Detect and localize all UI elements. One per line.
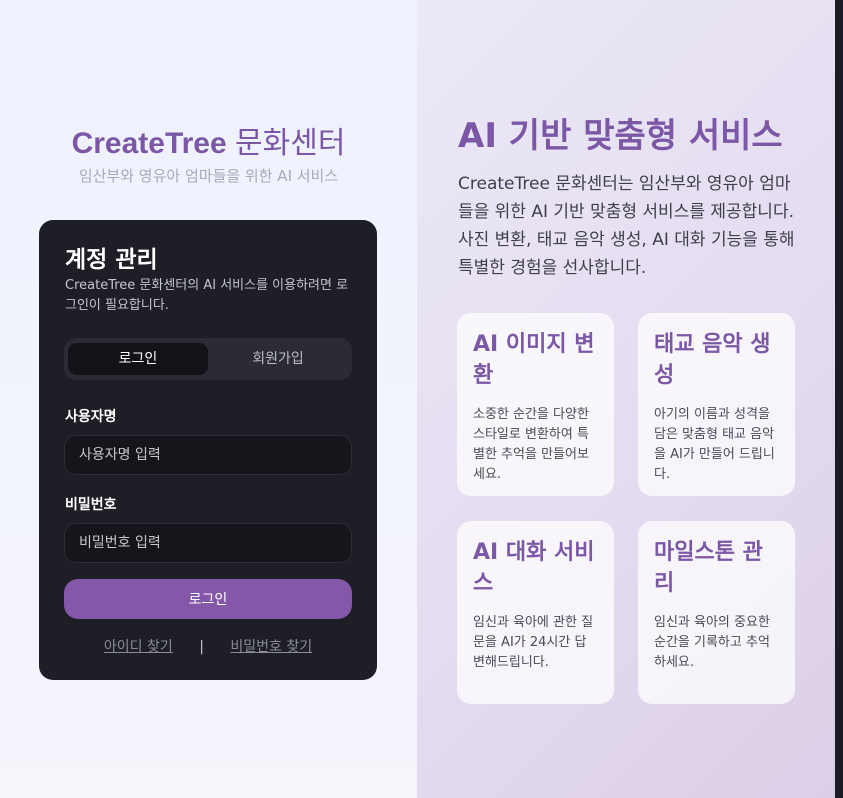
feature-description: 아기의 이름과 성격을 담은 맞춤형 태교 음악을 AI가 만들어 드립니다. <box>654 407 775 482</box>
feature-card-milestone: 마일스톤 관리 임신과 육아의 중요한 순간을 기록하고 추억하세요. <box>638 521 795 704</box>
feature-card-music: 태교 음악 생성 아기의 이름과 성격을 담은 맞춤형 태교 음악을 AI가 만… <box>638 313 795 496</box>
username-label: 사용자명 <box>65 409 117 425</box>
tab-login[interactable]: 로그인 <box>68 343 208 375</box>
find-id-link[interactable]: 아이디 찾기 <box>104 639 173 655</box>
account-links: 아이디 찾기 | 비밀번호 찾기 <box>39 636 377 656</box>
feature-description: 임신과 육아에 관한 질문을 AI가 24시간 답변해드립니다. <box>473 615 594 670</box>
password-label: 비밀번호 <box>65 497 117 513</box>
card-description: CreateTree 문화센터의 AI 서비스를 이용하려면 로그인이 필요합니… <box>65 278 349 313</box>
feature-title: AI 대화 서비스 <box>473 540 595 596</box>
link-separator: | <box>199 639 204 655</box>
hero-description: CreateTree 문화센터는 임산부와 영유아 엄마들을 위한 AI 기반 … <box>458 174 795 278</box>
login-button[interactable]: 로그인 <box>64 579 352 619</box>
brand-name: CreateTree <box>71 127 227 160</box>
feature-description: 임신과 육아의 중요한 순간을 기록하고 추억하세요. <box>654 615 770 670</box>
card-title: 계정 관리 <box>65 247 158 273</box>
window-edge <box>835 0 843 798</box>
login-card: 계정 관리 CreateTree 문화센터의 AI 서비스를 이용하려면 로그인… <box>39 220 377 680</box>
feature-title: 마일스톤 관리 <box>654 540 763 596</box>
feature-title: 태교 음악 생성 <box>654 332 771 388</box>
tagline: 임산부와 영유아 엄마들을 위한 AI 서비스 <box>78 167 339 185</box>
feature-title: AI 이미지 변환 <box>473 332 595 388</box>
tab-signup[interactable]: 회원가입 <box>208 343 348 375</box>
brand-suffix: 문화센터 <box>235 127 346 160</box>
feature-card-chat: AI 대화 서비스 임신과 육아에 관한 질문을 AI가 24시간 답변해드립니… <box>457 521 614 704</box>
find-password-link[interactable]: 비밀번호 찾기 <box>230 639 312 655</box>
feature-card-image: AI 이미지 변환 소중한 순간을 다양한 스타일로 변환하여 특별한 추억을 … <box>457 313 614 496</box>
password-input[interactable] <box>64 523 352 563</box>
brand-title: CreateTree 문화센터 <box>0 118 417 162</box>
auth-tabs: 로그인 회원가입 <box>64 338 352 380</box>
hero-title: AI 기반 맞춤형 서비스 <box>458 116 783 156</box>
feature-description: 소중한 순간을 다양한 스타일로 변환하여 특별한 추억을 만들어보세요. <box>473 407 589 482</box>
username-input[interactable] <box>64 435 352 475</box>
